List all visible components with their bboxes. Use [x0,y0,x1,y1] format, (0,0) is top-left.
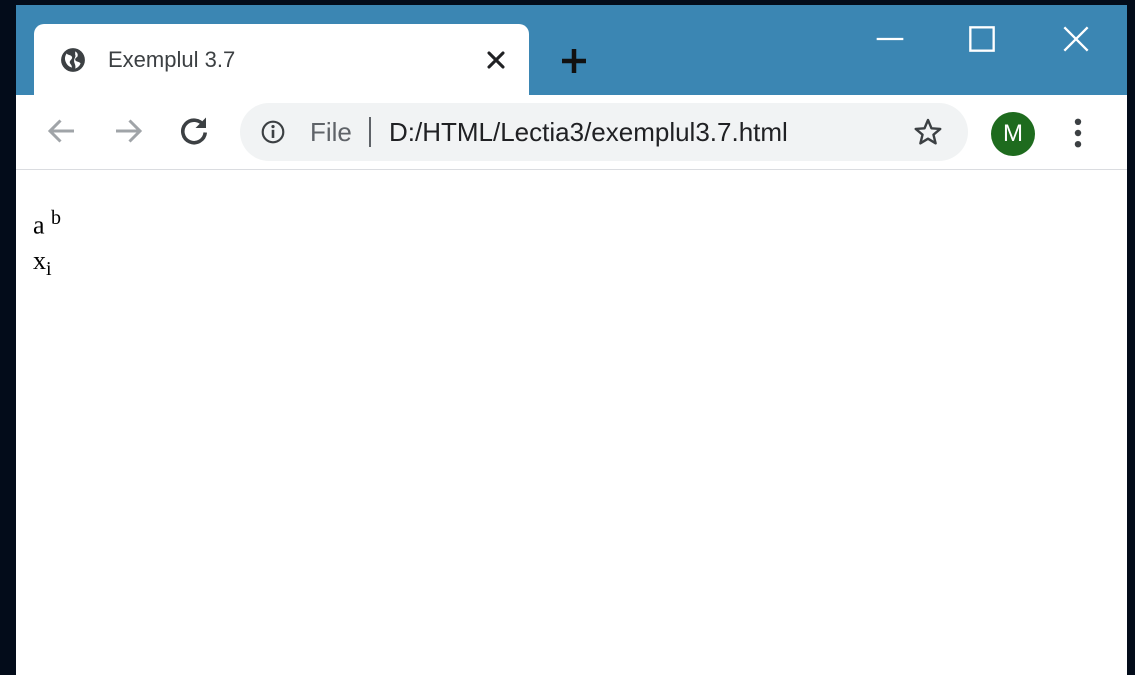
kebab-menu-icon[interactable] [1064,116,1092,150]
scheme-label: File [310,117,352,147]
tab-title: Exemplul 3.7 [108,47,236,72]
arrow-left-icon[interactable] [44,113,80,149]
subscript-line: xi [33,246,52,284]
base-text: a [33,210,45,240]
info-icon[interactable] [260,119,286,145]
minimize-icon[interactable] [870,19,910,59]
browser-toolbar: File D:/HTML/Lectia3/exemplul3.7.html M [16,95,1127,170]
arrow-right-icon[interactable] [110,113,146,149]
superscript-line: a b [33,203,61,241]
url-text[interactable]: D:/HTML/Lectia3/exemplul3.7.html [389,117,788,147]
star-icon[interactable] [912,116,944,148]
omnibox-divider [369,117,371,147]
reload-icon[interactable] [176,113,212,149]
plus-icon[interactable] [556,43,592,79]
window-close-icon[interactable] [1056,19,1096,59]
subscript-text: i [46,258,52,281]
close-icon[interactable] [482,46,510,74]
globe-icon [61,48,85,72]
base-text: x [33,246,46,275]
title-bar: Exemplul 3.7 [16,5,1127,96]
page-content: a b xi [16,170,1127,675]
browser-window: Exemplul 3.7 File D:/HTML/Lectia3/exempl… [16,5,1127,675]
maximize-icon[interactable] [962,19,1002,59]
tab-exemplul[interactable]: Exemplul 3.7 [34,24,529,96]
superscript-text: b [51,207,62,229]
avatar[interactable]: M [991,112,1035,156]
address-bar[interactable]: File D:/HTML/Lectia3/exemplul3.7.html [240,103,968,161]
